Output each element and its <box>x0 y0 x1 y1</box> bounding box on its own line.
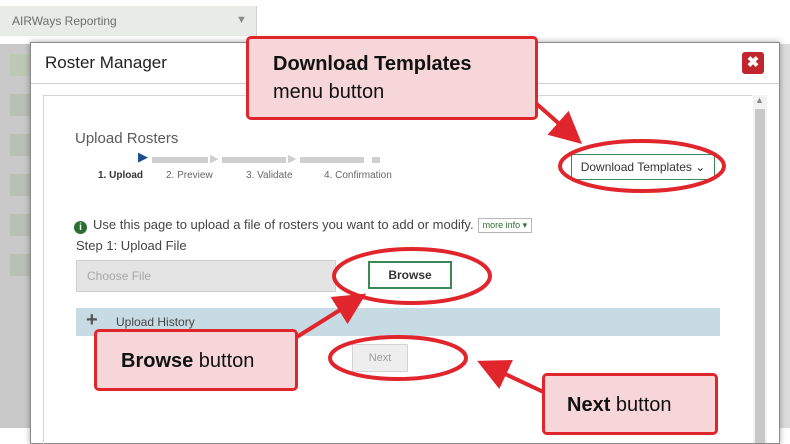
next-button[interactable]: Next <box>352 344 408 372</box>
callout-next-rest: button <box>610 394 672 416</box>
scroll-up-icon[interactable]: ▲ <box>755 95 764 105</box>
chevron-down-icon: ▼ <box>236 14 247 26</box>
download-templates-button[interactable]: Download Templates ⌄ <box>571 154 715 180</box>
step-bar <box>152 157 208 163</box>
modal-scrollbar[interactable]: ▲ <box>753 95 767 443</box>
modal-title: Roster Manager <box>45 53 167 72</box>
nav-icon <box>10 174 32 196</box>
callout-next-text: Next button <box>567 394 672 417</box>
more-info-label: more info <box>482 220 521 230</box>
step-chevron-icon: ▶ <box>210 153 219 165</box>
callout-browse-bold: Browse <box>121 350 194 372</box>
step-bar <box>300 157 364 163</box>
callout-browse-rest: button <box>193 350 255 372</box>
step-label: 4. Confirmation <box>324 170 392 181</box>
progress-steps: ▶ ▶ ▶ 1. Upload 2. Preview 3. Validate 4… <box>98 149 424 181</box>
browse-button[interactable]: Browse <box>368 261 452 289</box>
step-label: 1. Upload <box>98 170 144 181</box>
step1-label: Step 1: Upload File <box>76 238 187 253</box>
more-info-button[interactable]: more info ▾ <box>477 218 533 233</box>
nav-icon <box>10 94 32 116</box>
section-title: Upload Rosters <box>75 130 179 147</box>
nav-icon <box>10 214 32 236</box>
step-label: 3. Validate <box>246 170 293 181</box>
browse-label: Browse <box>388 268 432 282</box>
app-selector[interactable]: AIRWays Reporting ▼ <box>0 6 257 36</box>
file-input[interactable]: Choose File <box>76 260 336 292</box>
next-label: Next <box>368 352 392 364</box>
nav-icon <box>10 134 32 156</box>
next-callout: Next button <box>542 373 718 435</box>
info-text: Use this page to upload a file of roster… <box>93 217 474 232</box>
download-templates-label: Download Templates <box>580 160 692 174</box>
callout-download-sub: menu button <box>273 81 385 103</box>
browse-callout: Browse button <box>94 329 298 391</box>
nav-icon <box>10 54 32 76</box>
close-icon: ✖ <box>746 54 760 71</box>
step-label: 2. Preview <box>166 170 213 181</box>
nav-icon <box>10 254 32 276</box>
info-icon: i <box>74 221 87 234</box>
upload-history-label: Upload History <box>116 315 195 329</box>
callout-next-bold: Next <box>567 394 611 416</box>
step-chevron-icon: ▶ <box>288 153 297 165</box>
download-templates-callout: Download Templates menu button <box>246 36 538 120</box>
step-chevron-icon: ▶ <box>138 149 148 164</box>
close-button[interactable]: ✖ <box>742 52 764 74</box>
callout-browse-text: Browse button <box>121 350 254 373</box>
chevron-down-icon: ⌄ <box>695 160 706 174</box>
file-input-placeholder: Choose File <box>87 269 152 283</box>
scrollbar-thumb[interactable] <box>755 109 765 443</box>
step-bar <box>372 157 380 163</box>
callout-download-title: Download Templates <box>273 53 472 75</box>
info-row: i Use this page to upload a file of roste… <box>74 217 533 234</box>
app-selector-label: AIRWays Reporting <box>12 14 117 28</box>
step-bar <box>222 157 286 163</box>
